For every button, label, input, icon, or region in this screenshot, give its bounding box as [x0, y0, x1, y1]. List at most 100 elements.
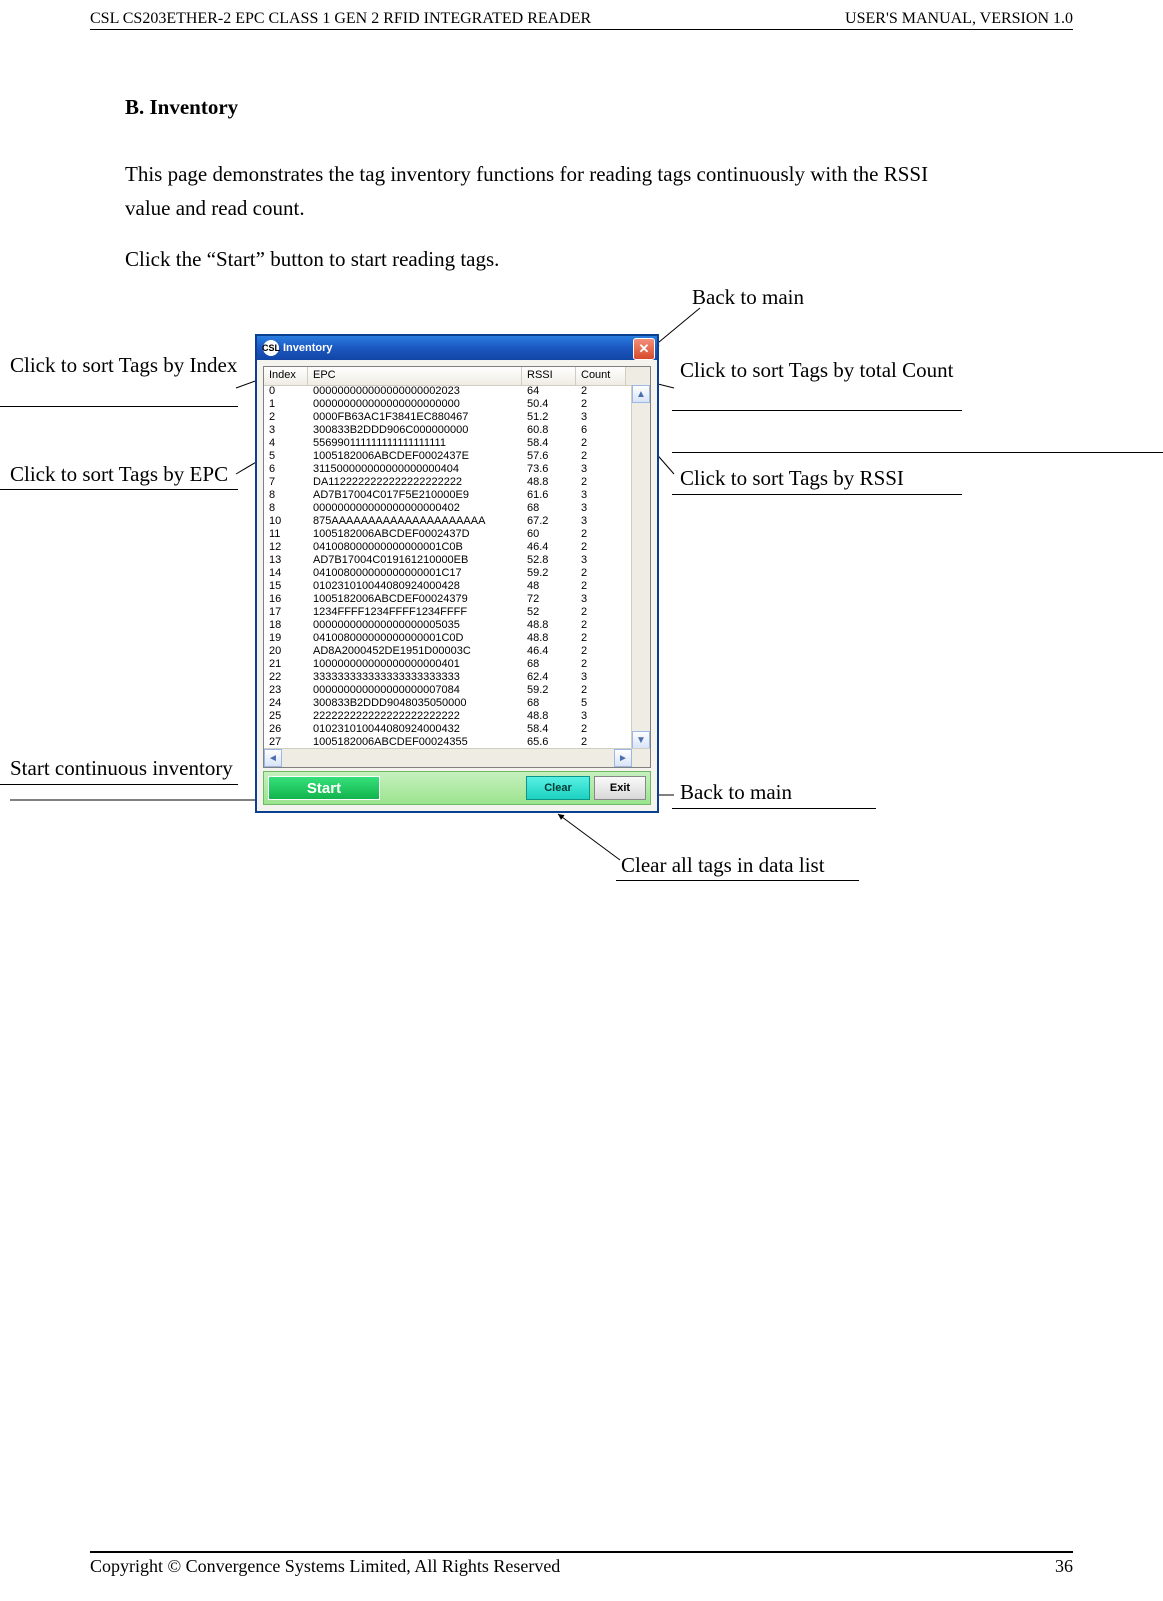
cell-count: 2 — [576, 658, 626, 671]
cell-rssi: 60.8 — [522, 424, 576, 437]
header-rssi[interactable]: RSSI — [522, 367, 576, 385]
table-row[interactable]: 2233333333333333333333333362.43 — [264, 671, 632, 684]
app-icon: CSL — [263, 340, 279, 356]
table-row[interactable]: 0000000000000000000002023642 — [264, 385, 632, 398]
header-index[interactable]: Index — [264, 367, 308, 385]
cell-count: 3 — [576, 502, 626, 515]
cell-rssi: 60 — [522, 528, 576, 541]
cell-epc: 222222222222222222222222 — [308, 710, 522, 723]
header-count[interactable]: Count — [576, 367, 626, 385]
cell-rssi: 58.4 — [522, 723, 576, 736]
cell-index: 8 — [264, 489, 308, 502]
table-row[interactable]: 2300000000000000000000708459.22 — [264, 684, 632, 697]
table-row[interactable]: 13AD7B17004C019161210000EB52.83 — [264, 554, 632, 567]
cell-rssi: 68 — [522, 697, 576, 710]
scroll-right-icon[interactable]: ► — [614, 749, 632, 767]
table-row[interactable]: 10875AAAAAAAAAAAAAAAAAAAAA67.23 — [264, 515, 632, 528]
cell-index: 18 — [264, 619, 308, 632]
ann-back-bot: Back to main — [680, 780, 792, 805]
cell-epc: 000000000000000000007084 — [308, 684, 522, 697]
header-epc[interactable]: EPC — [308, 367, 522, 385]
table-row[interactable]: 3300833B2DDD906C00000000060.86 — [264, 424, 632, 437]
cell-rssi: 59.2 — [522, 567, 576, 580]
cell-rssi: 48.8 — [522, 710, 576, 723]
cell-epc: 311500000000000000000404 — [308, 463, 522, 476]
cell-count: 2 — [576, 684, 626, 697]
table-row[interactable]: 15010231010044080924000428482 — [264, 580, 632, 593]
cell-epc: 041008000000000000001C17 — [308, 567, 522, 580]
cell-rssi: 68 — [522, 658, 576, 671]
cell-epc: 041008000000000000001C0D — [308, 632, 522, 645]
cell-count: 2 — [576, 645, 626, 658]
cell-index: 17 — [264, 606, 308, 619]
cell-rssi: 51.2 — [522, 411, 576, 424]
page-footer: Copyright © Convergence Systems Limited,… — [90, 1551, 1073, 1577]
cell-count: 2 — [576, 580, 626, 593]
start-button[interactable]: Start — [268, 776, 380, 800]
table-row[interactable]: 111005182006ABCDEF0002437D602 — [264, 528, 632, 541]
table-row[interactable]: 21100000000000000000000401682 — [264, 658, 632, 671]
cell-count: 3 — [576, 671, 626, 684]
clear-button[interactable]: Clear — [526, 776, 590, 800]
cell-index: 11 — [264, 528, 308, 541]
cell-index: 7 — [264, 476, 308, 489]
header-right: USER'S MANUAL, VERSION 1.0 — [845, 10, 1073, 28]
cell-count: 2 — [576, 606, 626, 619]
table-row[interactable]: 455699011111111111111111158.42 — [264, 437, 632, 450]
cell-epc: AD7B17004C017F5E210000E9 — [308, 489, 522, 502]
table-row[interactable]: 19041008000000000000001C0D48.82 — [264, 632, 632, 645]
cell-count: 3 — [576, 489, 626, 502]
cell-epc: 100000000000000000000401 — [308, 658, 522, 671]
cell-epc: AD8A2000452DE1951D00003C — [308, 645, 522, 658]
cell-epc: 1005182006ABCDEF00024379 — [308, 593, 522, 606]
table-row[interactable]: 24300833B2DDD9048035050000685 — [264, 697, 632, 710]
table-row[interactable]: 8AD7B17004C017F5E210000E961.63 — [264, 489, 632, 502]
table-row[interactable]: 100000000000000000000000050.42 — [264, 398, 632, 411]
table-row[interactable]: 51005182006ABCDEF0002437E57.62 — [264, 450, 632, 463]
cell-index: 5 — [264, 450, 308, 463]
cell-rssi: 67.2 — [522, 515, 576, 528]
cell-count: 3 — [576, 593, 626, 606]
exit-button[interactable]: Exit — [594, 776, 646, 800]
table-row[interactable]: 1800000000000000000000503548.82 — [264, 619, 632, 632]
header-left: CSL CS203ETHER-2 EPC CLASS 1 GEN 2 RFID … — [90, 10, 591, 28]
table-row[interactable]: 12041008000000000000001C0B46.42 — [264, 541, 632, 554]
table-row[interactable]: 20000FB63AC1F3841EC88046751.23 — [264, 411, 632, 424]
cell-count: 3 — [576, 411, 626, 424]
titlebar[interactable]: CSL Inventory ✕ — [257, 336, 657, 360]
scroll-up-icon[interactable]: ▲ — [632, 385, 650, 403]
close-icon[interactable]: ✕ — [633, 338, 655, 360]
table-row[interactable]: 631150000000000000000040473.63 — [264, 463, 632, 476]
table-row[interactable]: 2522222222222222222222222248.83 — [264, 710, 632, 723]
vertical-scrollbar[interactable]: ▲ ▼ — [631, 385, 650, 749]
table-row[interactable]: 2601023101004408092400043258.42 — [264, 723, 632, 736]
cell-epc: 1005182006ABCDEF0002437E — [308, 450, 522, 463]
ann-sort-index: Click to sort Tags by Index — [10, 350, 240, 380]
table-row[interactable]: 171234FFFF1234FFFF1234FFFF522 — [264, 606, 632, 619]
cell-rssi: 73.6 — [522, 463, 576, 476]
cell-count: 2 — [576, 541, 626, 554]
table-row[interactable]: 161005182006ABCDEF00024379723 — [264, 593, 632, 606]
cell-rssi: 68 — [522, 502, 576, 515]
table-row[interactable]: 20AD8A2000452DE1951D00003C46.42 — [264, 645, 632, 658]
horizontal-scrollbar[interactable]: ◄ ► — [264, 748, 650, 767]
cell-epc: 010231010044080924000428 — [308, 580, 522, 593]
cell-count: 3 — [576, 515, 626, 528]
cell-rssi: 64 — [522, 385, 576, 398]
cell-rssi: 48 — [522, 580, 576, 593]
cell-index: 22 — [264, 671, 308, 684]
cell-count: 2 — [576, 632, 626, 645]
table-row[interactable]: 14041008000000000000001C1759.22 — [264, 567, 632, 580]
table-row[interactable]: 8000000000000000000000402683 — [264, 502, 632, 515]
body-para-2: Click the “Start” button to start readin… — [125, 247, 499, 272]
cell-rssi: 48.8 — [522, 476, 576, 489]
table-row[interactable]: 7DA112222222222222222222248.82 — [264, 476, 632, 489]
cell-epc: 300833B2DDD906C000000000 — [308, 424, 522, 437]
cell-index: 1 — [264, 398, 308, 411]
cell-rssi: 61.6 — [522, 489, 576, 502]
cell-count: 2 — [576, 398, 626, 411]
scroll-down-icon[interactable]: ▼ — [632, 731, 650, 749]
scroll-left-icon[interactable]: ◄ — [264, 749, 282, 767]
window-title: Inventory — [283, 342, 333, 354]
cell-rssi: 59.2 — [522, 684, 576, 697]
